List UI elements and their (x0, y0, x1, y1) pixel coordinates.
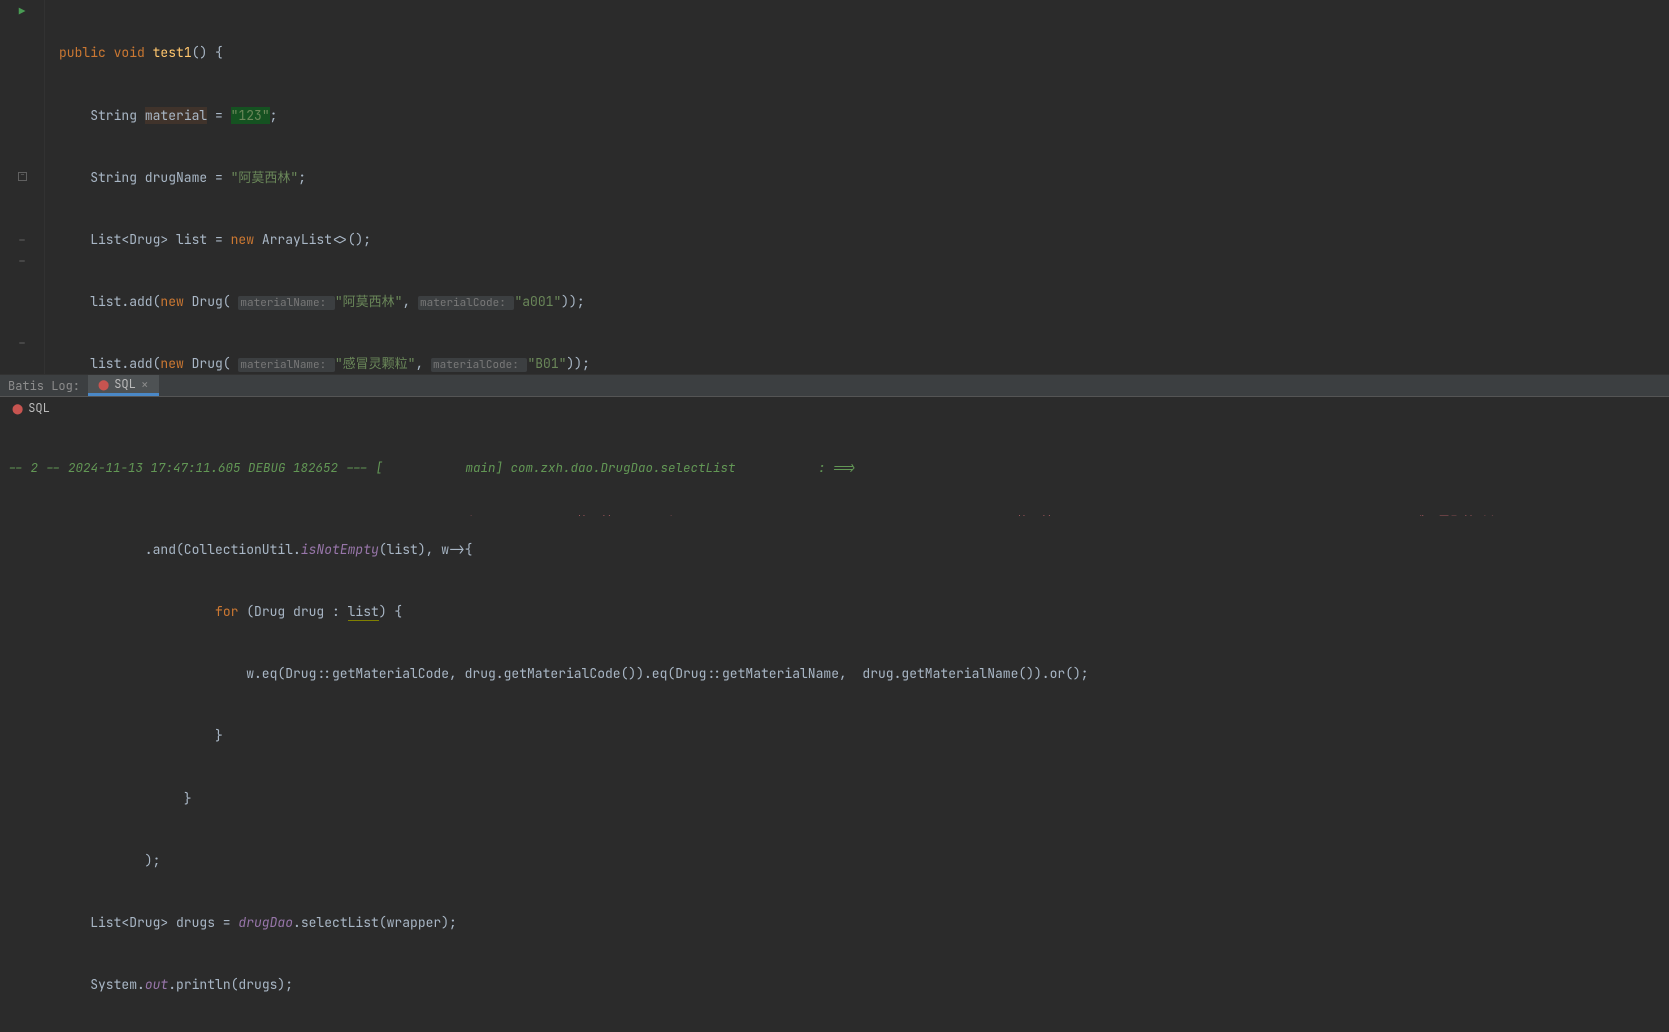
code-line: List<Drug> drugs = drugDao.selectList(wr… (59, 913, 1669, 934)
subtab-sql[interactable]: ⬤ SQL (12, 400, 50, 416)
fold-end-icon: ⎯ (19, 254, 25, 268)
bottom-tool-panel: Batis Log: ⬤ SQL × ⬤ SQL -- 2 -- 2024-11… (0, 374, 1669, 516)
code-line: String material = "123"; (59, 106, 1669, 127)
editor-gutter: ▶ ⎯ ⎯ ⎯ (0, 0, 45, 374)
code-line: list.add(new Drug( materialName: "感冒灵颗粒"… (59, 354, 1669, 375)
code-line: List<Drug> list = new ArrayList<>(); (59, 230, 1669, 251)
run-icon[interactable]: ▶ (19, 5, 26, 19)
fold-icon[interactable] (18, 172, 27, 181)
code-content[interactable]: public void test1() { String material = … (45, 0, 1669, 374)
panel-subtabs: ⬤ SQL (0, 397, 1669, 419)
bug-icon: ⬤ (98, 378, 109, 391)
bug-icon: ⬤ (12, 402, 23, 415)
code-line: } (59, 789, 1669, 810)
tab-sql[interactable]: ⬤ SQL × (88, 375, 159, 396)
fold-end-icon: ⎯ (19, 233, 25, 247)
panel-title: Batis Log: (0, 375, 88, 396)
code-line: public void test1() { (59, 43, 1669, 64)
code-line: list.add(new Drug( materialName: "阿莫西林",… (59, 292, 1669, 313)
code-line: ); (59, 851, 1669, 872)
log-output[interactable]: -- 2 -- 2024-11-13 17:47:11.605 DEBUG 18… (0, 419, 1669, 516)
code-line: .and(CollectionUtil.isNotEmpty(list), w-… (59, 540, 1669, 561)
subtab-label: SQL (28, 400, 50, 416)
code-line: w.eq(Drug::getMaterialCode, drug.getMate… (59, 664, 1669, 685)
code-line: String drugName = "阿莫西林"; (59, 168, 1669, 189)
code-line: System.out.println(drugs); (59, 975, 1669, 996)
code-line: } (59, 726, 1669, 747)
code-line: for (Drug drug : list) { (59, 602, 1669, 623)
close-icon[interactable]: × (141, 376, 149, 393)
fold-end-icon: ⎯ (19, 336, 25, 350)
log-line-debug: -- 2 -- 2024-11-13 17:47:11.605 DEBUG 18… (8, 459, 1661, 477)
panel-tabs-bar: Batis Log: ⬤ SQL × (0, 374, 1669, 397)
code-editor[interactable]: ▶ ⎯ ⎯ ⎯ public void test1() { String mat… (0, 0, 1669, 374)
tab-label: SQL (114, 376, 136, 392)
